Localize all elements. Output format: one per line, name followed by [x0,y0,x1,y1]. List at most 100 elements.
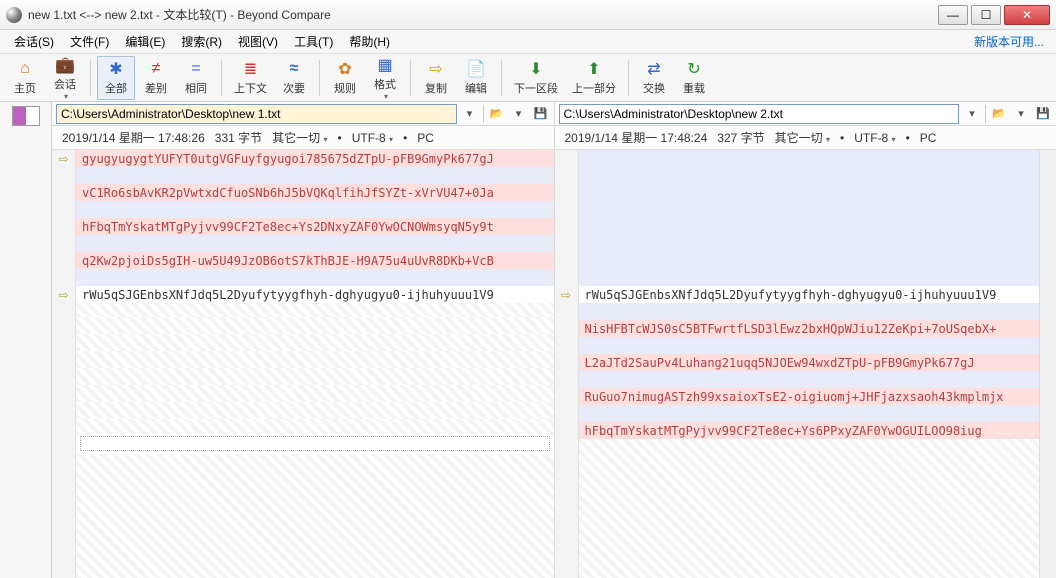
menu-session[interactable]: 会话(S) [6,31,62,52]
code-line[interactable]: gyugyugygtYUFYT0utgVGFuyfgyugoi785675dZT… [76,150,554,167]
right-encoding[interactable]: UTF-8 ▾ [854,131,895,145]
chevron-down-icon: ▾ [826,135,830,144]
code-line[interactable] [76,269,554,286]
code-line[interactable] [579,235,1040,252]
not-equal-icon: ≠ [146,59,166,79]
menu-view[interactable]: 视图(V) [230,31,286,52]
menu-tools[interactable]: 工具(T) [286,31,341,52]
all-button[interactable]: ✱全部 [97,56,135,100]
prev-section-button[interactable]: ⬆上一部分 [566,56,622,100]
minimize-button[interactable]: — [938,5,968,25]
code-line[interactable] [579,269,1040,286]
left-platform[interactable]: PC [417,131,434,145]
code-line[interactable] [579,184,1040,201]
code-line[interactable] [579,150,1040,167]
right-open-button[interactable]: 📂 [990,105,1008,123]
right-save-button[interactable]: 💾 [1034,105,1052,123]
equal-icon: = [186,59,206,79]
context-button[interactable]: ≣上下文 [228,56,273,100]
reload-button[interactable]: ↻重载 [675,56,713,100]
hatched-gap [76,303,554,317]
toolbar-separator [410,60,411,96]
right-filter[interactable]: 其它一切 ▾ [775,129,830,146]
compare-thumbnail-icon[interactable] [12,106,40,126]
editors: ⇨ ⇨ gyugyugygtYUFYT0utgVGFuyfgyugoi78567… [52,150,1056,578]
left-editor[interactable]: ⇨ ⇨ gyugyugygtYUFYT0utgVGFuyfgyugoi78567… [52,150,555,578]
code-line[interactable] [76,201,554,218]
format-button[interactable]: ▦格式▾ [366,56,404,100]
code-line[interactable]: hFbqTmYskatMTgPyjvv99CF2Te8ec+Ys2DNxyZAF… [76,218,554,235]
diff-button[interactable]: ≠差别 [137,56,175,100]
hatched-fill [76,454,554,578]
code-line[interactable]: L2aJTd2SauPv4Luhang21uqq5NJOEw94wxdZTpU-… [579,354,1040,371]
menu-bar: 会话(S) 文件(F) 编辑(E) 搜索(R) 视图(V) 工具(T) 帮助(H… [0,30,1056,54]
left-open-button[interactable]: 📂 [488,105,506,123]
code-line[interactable] [76,235,554,252]
code-line[interactable] [579,167,1040,184]
right-path-dropdown[interactable]: ▾ [963,105,981,123]
left-size: 331 字节 [215,129,262,146]
secondary-button[interactable]: ≈次要 [275,56,313,100]
right-size: 327 字节 [717,129,764,146]
code-line[interactable]: rWu5qSJGEnbsXNfJdq5L2Dyufytyygfhyh-dghyu… [579,286,1040,303]
copy-button[interactable]: ⇨复制 [417,56,455,100]
left-browse-dropdown[interactable]: ▾ [510,105,528,123]
code-line[interactable]: RuGuo7nimugASTzh99xsaioxTsE2-oigiuomj+JH… [579,388,1040,405]
menu-search[interactable]: 搜索(R) [173,31,230,52]
right-browse-dropdown[interactable]: ▾ [1012,105,1030,123]
menu-edit[interactable]: 编辑(E) [117,31,173,52]
code-line[interactable]: hFbqTmYskatMTgPyjvv99CF2Te8ec+Ys6PPxyZAF… [579,422,1040,439]
left-lines[interactable]: gyugyugygtYUFYT0utgVGFuyfgyugoi785675dZT… [76,150,554,578]
vertical-scrollbar[interactable] [1039,150,1056,578]
hatched-gap [76,351,554,368]
code-line[interactable] [579,371,1040,388]
maximize-button[interactable]: ☐ [971,5,1001,25]
hatched-gap [76,402,554,419]
edit-icon: 📄 [466,59,486,79]
secondary-icon: ≈ [284,59,304,79]
code-line[interactable]: q2Kw2pjoiDs5gIH-uw5U49JzOB6otS7kThBJE-H9… [76,252,554,269]
left-gutter: ⇨ ⇨ [52,150,76,578]
left-filter[interactable]: 其它一切 ▾ [272,129,327,146]
asterisk-icon: ✱ [106,59,126,79]
update-available-link[interactable]: 新版本可用... [974,33,1050,50]
left-path-input[interactable]: C:\Users\Administrator\Desktop\new 1.txt [56,104,457,124]
code-line[interactable] [76,167,554,184]
left-path-dropdown[interactable]: ▾ [461,105,479,123]
code-line[interactable]: vC1Ro6sbAvKR2pVwtxdCfuoSNb6hJ5bVQKqlfihJ… [76,184,554,201]
code-line[interactable]: NisHFBTcWJS0sC5BTFwrtfLSD3lEwz2bxHQpWJiu… [579,320,1040,337]
code-line[interactable] [579,405,1040,422]
app-icon [6,7,22,23]
swap-button[interactable]: ⇄交换 [635,56,673,100]
session-button[interactable]: 💼会话▾ [46,56,84,100]
home-icon: ⌂ [15,59,35,79]
right-platform[interactable]: PC [920,131,937,145]
edit-button[interactable]: 📄编辑 [457,56,495,100]
close-button[interactable]: ✕ [1004,5,1050,25]
left-save-button[interactable]: 💾 [532,105,550,123]
code-line[interactable] [579,201,1040,218]
menu-help[interactable]: 帮助(H) [341,31,398,52]
code-line[interactable] [579,303,1040,320]
hatched-fill [579,439,1040,578]
chevron-down-icon: ▾ [892,135,896,144]
same-button[interactable]: =相同 [177,56,215,100]
right-path-input[interactable]: C:\Users\Administrator\Desktop\new 2.txt [559,104,960,124]
code-line[interactable]: rWu5qSJGEnbsXNfJdq5L2Dyufytyygfhyh-dghyu… [76,286,554,303]
next-section-button[interactable]: ⬇下一区段 [508,56,564,100]
referee-icon: ✿ [335,59,355,79]
right-path-cell: C:\Users\Administrator\Desktop\new 2.txt… [554,102,1056,126]
rules-button[interactable]: ✿规则 [326,56,364,100]
path-row: C:\Users\Administrator\Desktop\new 1.txt… [52,102,1056,126]
code-line[interactable] [579,218,1040,235]
right-editor[interactable]: ⇨ rWu5qSJGEnbsXNfJdq5L2Dyufytyygfhyh-dgh… [555,150,1056,578]
content-area: C:\Users\Administrator\Desktop\new 1.txt… [0,102,1056,578]
code-line[interactable] [579,337,1040,354]
right-lines[interactable]: rWu5qSJGEnbsXNfJdq5L2Dyufytyygfhyh-dghyu… [579,150,1040,578]
left-encoding[interactable]: UTF-8 ▾ [352,131,393,145]
home-button[interactable]: ⌂主页 [6,56,44,100]
code-line[interactable] [579,252,1040,269]
menu-file[interactable]: 文件(F) [62,31,117,52]
panes: C:\Users\Administrator\Desktop\new 1.txt… [52,102,1056,578]
copy-icon: ⇨ [426,59,446,79]
